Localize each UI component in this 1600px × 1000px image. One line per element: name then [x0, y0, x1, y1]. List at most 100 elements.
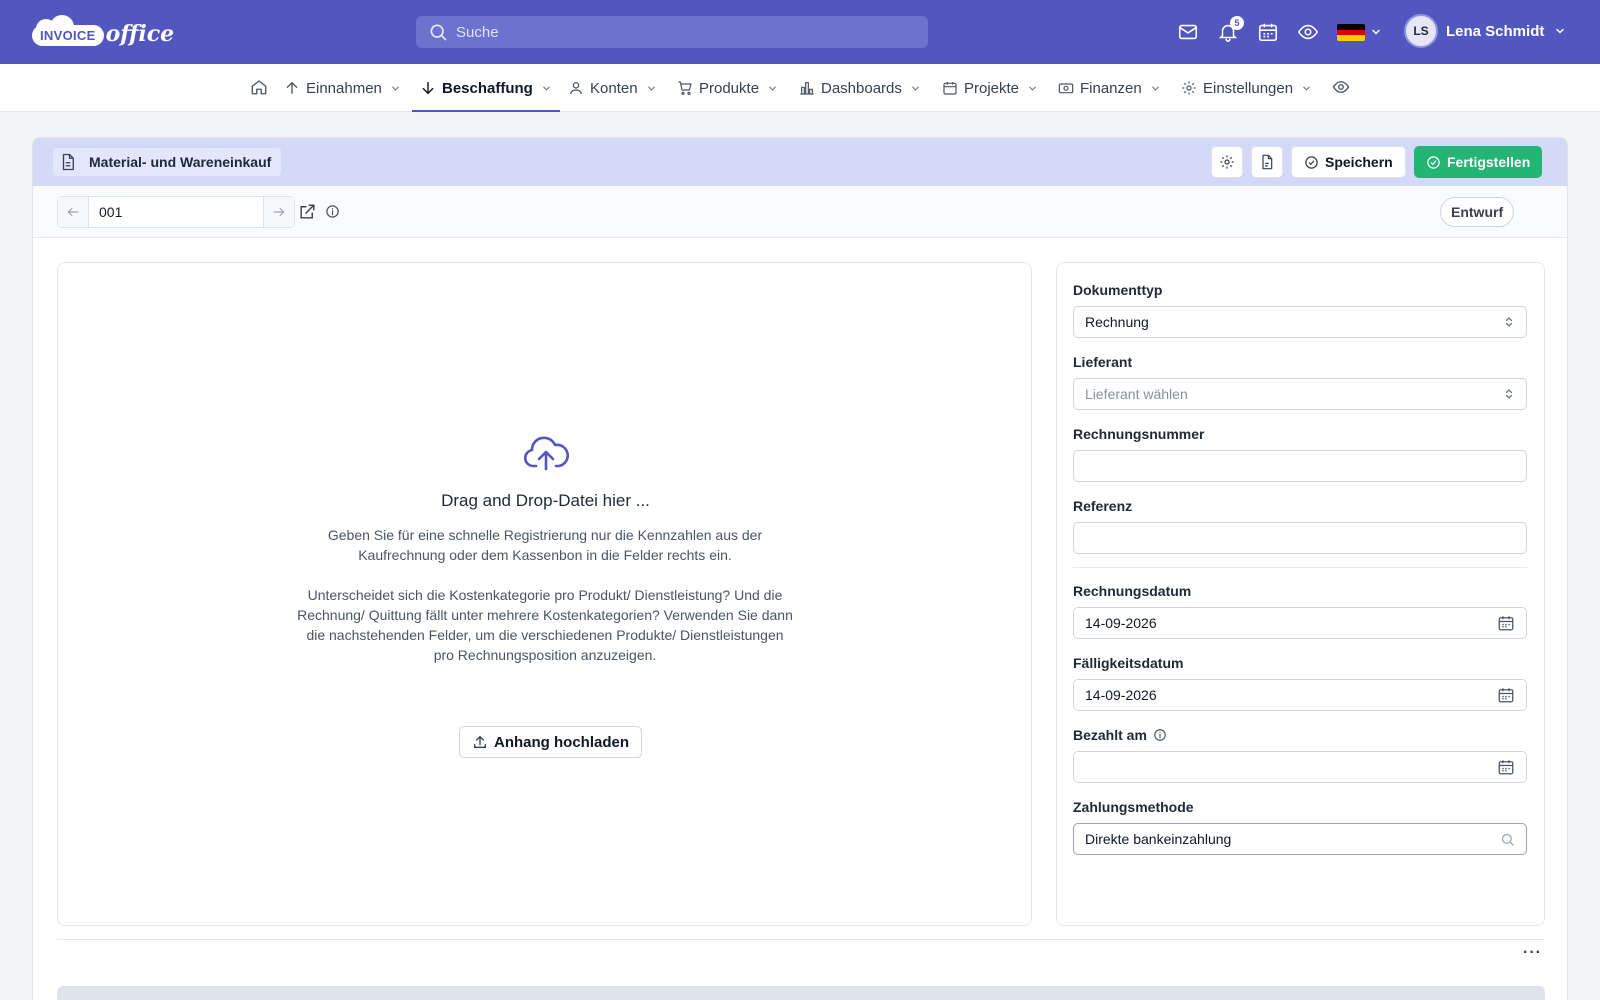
nav-beschaffung[interactable]: Beschaffung — [412, 64, 560, 112]
nav-dashboards[interactable]: Dashboards — [799, 64, 921, 112]
section-divider — [57, 939, 1545, 940]
calendar-icon[interactable] — [1497, 614, 1515, 632]
edit-external-icon[interactable] — [298, 202, 317, 221]
reference-field[interactable] — [1073, 522, 1527, 554]
next-document-button[interactable] — [264, 197, 294, 227]
search-icon — [1501, 833, 1514, 846]
paid-on-field[interactable] — [1073, 751, 1527, 783]
chevron-down-icon — [1303, 86, 1310, 91]
settings-button[interactable] — [1211, 146, 1243, 178]
nav-konten[interactable]: Konten — [568, 64, 657, 112]
upload-icon — [474, 735, 486, 748]
due-date-label: Fälligkeitsdatum — [1073, 655, 1184, 671]
eye-icon[interactable] — [1332, 78, 1350, 99]
language-flag-icon[interactable] — [1337, 24, 1365, 41]
chevron-down-icon — [1029, 86, 1036, 91]
eye-icon[interactable] — [1296, 20, 1320, 44]
arrow-right-icon — [273, 207, 285, 217]
chevron-down-icon — [769, 86, 776, 91]
purchase-document-card: Material- und Wareneinkauf Speichern Fer… — [32, 137, 1568, 1000]
arrow-down-icon — [422, 81, 434, 95]
chevron-down-icon — [392, 86, 399, 91]
chevron-down-icon — [1151, 86, 1159, 91]
calendar-icon[interactable] — [1256, 20, 1280, 44]
more-options-icon[interactable]: ··· — [1523, 944, 1542, 962]
arrow-up-icon — [286, 81, 298, 94]
home-icon[interactable] — [250, 78, 268, 99]
gear-icon — [1220, 155, 1234, 169]
nav-projekte[interactable]: Projekte — [942, 64, 1038, 112]
payment-method-value: Direkte bankeinzahlung — [1085, 831, 1232, 847]
app-logo[interactable]: INVOICE office — [32, 14, 174, 50]
chevron-updown-icon — [1505, 317, 1513, 327]
reference-input[interactable] — [1085, 530, 1515, 546]
chevron-down-icon — [647, 86, 655, 91]
nav-einstellungen[interactable]: Einstellungen — [1181, 64, 1312, 112]
save-button[interactable]: Speichern — [1291, 146, 1406, 178]
info-icon[interactable] — [1153, 728, 1167, 742]
previous-document-button[interactable] — [58, 197, 88, 227]
upload-button-label: Anhang hochladen — [494, 733, 629, 751]
paid-on-label: Bezahlt am — [1073, 727, 1167, 743]
bell-icon[interactable]: 5 — [1216, 16, 1244, 44]
gear-icon — [1182, 81, 1196, 95]
user-icon — [570, 82, 582, 95]
supplier-select[interactable]: Lieferant wählen — [1073, 378, 1527, 410]
chevron-down-icon — [543, 86, 550, 91]
paid-on-label-text: Bezahlt am — [1073, 727, 1147, 743]
invoice-number-input[interactable] — [1085, 458, 1515, 474]
doc-type-select[interactable]: Rechnung — [1073, 306, 1527, 338]
info-icon[interactable] — [325, 204, 340, 219]
nav-label: Einnahmen — [306, 79, 382, 97]
bar-chart-icon — [800, 82, 814, 95]
nav-label: Projekte — [964, 79, 1020, 97]
nav-label: Dashboards — [821, 79, 902, 97]
user-name: Lena Schmidt — [1446, 22, 1545, 40]
calendar-icon — [943, 82, 957, 95]
due-date-field[interactable]: 14-09-2026 — [1073, 679, 1527, 711]
chevron-down-icon[interactable] — [1370, 26, 1382, 38]
nav-finanzen[interactable]: Finanzen — [1058, 64, 1161, 112]
avatar: LS — [1404, 14, 1438, 48]
notification-badge: 5 — [1230, 16, 1244, 30]
upload-dropzone[interactable]: Drag and Drop-Datei hier ... Geben Sie f… — [57, 262, 1032, 926]
document-icon — [62, 153, 74, 171]
money-icon — [1058, 83, 1074, 94]
finish-button[interactable]: Fertigstellen — [1414, 146, 1543, 178]
status-badge: Entwurf — [1440, 197, 1515, 227]
main-nav: Einnahmen Beschaffung Konten Produkte Da… — [0, 64, 1600, 112]
mail-icon[interactable] — [1176, 20, 1200, 44]
invoice-number-field[interactable] — [1073, 450, 1527, 482]
document-pager — [57, 196, 295, 228]
doc-type-value: Rechnung — [1085, 314, 1149, 330]
invoice-number-label: Rechnungsnummer — [1073, 426, 1205, 442]
document-number-row: Entwurf — [33, 186, 1567, 238]
arrow-left-icon — [67, 207, 79, 217]
pdf-button[interactable] — [1251, 146, 1283, 178]
calendar-icon[interactable] — [1497, 758, 1515, 776]
nav-label: Beschaffung — [442, 79, 533, 97]
nav-produkte[interactable]: Produkte — [677, 64, 778, 112]
upload-attachment-button[interactable]: Anhang hochladen — [459, 726, 642, 758]
top-bar: INVOICE office 5 LS Lena Schmidt — [0, 0, 1600, 64]
document-number-input[interactable] — [88, 197, 264, 227]
search-input[interactable] — [456, 23, 896, 41]
search-bar[interactable] — [416, 16, 928, 48]
nav-label: Einstellungen — [1203, 79, 1294, 97]
cloud-upload-icon — [523, 436, 569, 471]
calendar-icon[interactable] — [1497, 686, 1515, 704]
doc-type-label: Dokumenttyp — [1073, 282, 1163, 298]
nav-einnahmen[interactable]: Einnahmen — [284, 64, 401, 112]
check-circle-icon — [1427, 155, 1440, 169]
invoice-date-label: Rechnungsdatum — [1073, 583, 1192, 599]
save-label: Speichern — [1325, 154, 1393, 170]
form-divider — [1073, 567, 1527, 568]
payment-method-select[interactable]: Direkte bankeinzahlung — [1073, 823, 1527, 855]
upload-title: Drag and Drop-Datei hier ... — [441, 491, 650, 510]
invoice-date-field[interactable]: 14-09-2026 — [1073, 607, 1527, 639]
upload-text-2: Unterscheidet sich die Kostenkategorie p… — [297, 587, 793, 663]
user-menu[interactable]: LS Lena Schmidt — [1404, 14, 1566, 48]
card-header: Material- und Wareneinkauf Speichern Fer… — [33, 138, 1567, 186]
payment-method-label: Zahlungsmethode — [1073, 799, 1194, 815]
document-title: Material- und Wareneinkauf — [53, 148, 282, 176]
